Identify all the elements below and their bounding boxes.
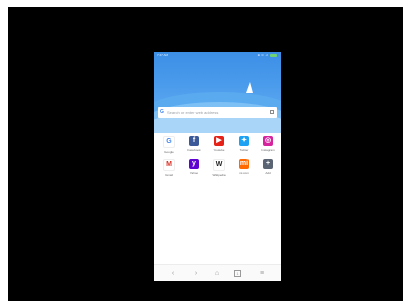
- youtube-icon: ▶: [214, 136, 224, 146]
- shortcut-google[interactable]: G Google: [158, 136, 180, 158]
- browser-screen: 7:47 AM ⊕ ⊙ .ıl G G Google f Facebook: [154, 52, 281, 281]
- shortcut-label: Yahoo: [189, 171, 199, 175]
- wikipedia-icon: W: [213, 159, 225, 171]
- scan-icon[interactable]: [270, 110, 274, 114]
- shortcut-label: Youtube: [213, 148, 225, 152]
- google-icon: G: [163, 136, 175, 148]
- shortcut-youtube[interactable]: ▶ Youtube: [208, 136, 230, 158]
- mi-icon: mi: [239, 159, 249, 169]
- gmail-icon: M: [163, 159, 175, 171]
- twitter-icon: ✦: [239, 136, 249, 146]
- shortcut-label: Twitter: [239, 148, 249, 152]
- shortcut-label: Gmail: [165, 173, 173, 177]
- yahoo-icon: y: [189, 159, 199, 169]
- shortcut-label: Facebook: [187, 148, 201, 152]
- search-input[interactable]: [167, 108, 261, 117]
- google-search-icon: G: [160, 109, 164, 115]
- bottom-navbar: ‹ › ⌂ 1 ≡: [154, 264, 281, 281]
- status-time: 7:47 AM: [157, 53, 169, 57]
- sailboat-icon: [246, 82, 253, 93]
- back-icon[interactable]: ‹: [168, 269, 178, 278]
- home-icon[interactable]: ⌂: [212, 269, 222, 278]
- forward-icon[interactable]: ›: [191, 269, 201, 278]
- shortcut-label: Instagram: [261, 148, 275, 152]
- shortcut-add[interactable]: + Add: [257, 159, 279, 181]
- facebook-icon: f: [189, 136, 199, 146]
- shortcut-gmail[interactable]: M Gmail: [158, 159, 180, 181]
- shortcut-label: mi.com: [239, 171, 249, 175]
- video-frame: 7:47 AM ⊕ ⊙ .ıl G G Google f Facebook: [8, 7, 403, 301]
- shortcut-mi[interactable]: mi mi.com: [233, 159, 255, 181]
- shortcut-label: Google: [164, 150, 174, 154]
- tabs-icon[interactable]: 1: [234, 270, 241, 277]
- status-bar: 7:47 AM ⊕ ⊙ .ıl: [154, 52, 281, 59]
- add-icon: +: [263, 159, 273, 169]
- shortcut-twitter[interactable]: ✦ Twitter: [233, 136, 255, 158]
- header-banner: 7:47 AM ⊕ ⊙ .ıl G: [154, 52, 281, 133]
- shortcut-yahoo[interactable]: y Yahoo: [183, 159, 205, 181]
- search-bar[interactable]: G: [158, 107, 277, 118]
- shortcut-label: Wikipedia: [212, 173, 226, 177]
- shortcut-label: Add: [265, 171, 271, 175]
- shortcut-facebook[interactable]: f Facebook: [183, 136, 205, 158]
- shortcut-instagram[interactable]: ◎ Instagram: [257, 136, 279, 158]
- shortcut-wikipedia[interactable]: W Wikipedia: [208, 159, 230, 181]
- status-indicators: ⊕ ⊙ .ıl: [257, 53, 268, 57]
- battery-icon: [270, 54, 277, 57]
- instagram-icon: ◎: [263, 136, 273, 146]
- menu-icon[interactable]: ≡: [257, 269, 267, 278]
